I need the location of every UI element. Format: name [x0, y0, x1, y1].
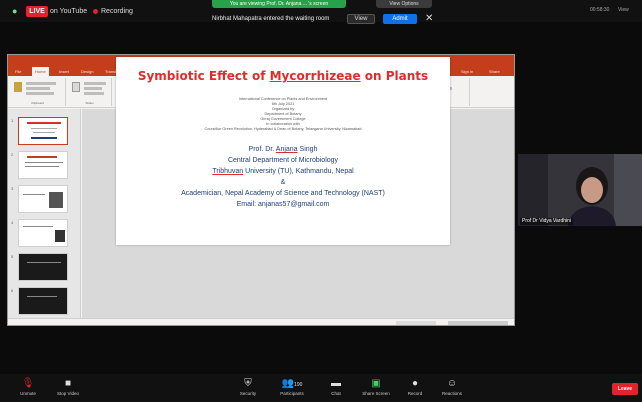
view-options-button[interactable]: View Options — [376, 0, 432, 8]
slide-title-part: Mycorrhizeae — [269, 69, 361, 83]
slide-number: 2 — [11, 152, 14, 157]
shield-icon: ⛨ — [244, 378, 252, 389]
councils-line: Councillor Green Revolution, Hyderabad &… — [204, 127, 362, 131]
recording-dot-icon — [93, 8, 98, 14]
slide-number: 6 — [11, 288, 14, 293]
tab-home[interactable]: Home — [32, 67, 49, 76]
participants-count: 190 — [294, 382, 303, 388]
security-button[interactable]: ⛨ Security — [226, 378, 270, 398]
live-badge[interactable]: LIVE — [26, 6, 48, 17]
ribbon-group-label: Slides — [85, 101, 94, 105]
ampersand: & — [280, 179, 286, 186]
stop-video-label: Stop Video — [57, 391, 79, 396]
admit-button[interactable]: Admit — [383, 14, 417, 24]
slide-number: 4 — [11, 220, 14, 225]
slide-number: 3 — [11, 186, 14, 191]
share-screen-icon: ▣ — [371, 378, 381, 389]
participant-video[interactable] — [518, 154, 642, 226]
speaker-university: Tribhuvan University (TU), Kathmandu, Ne… — [116, 167, 450, 177]
participants-icon: 👥190 — [281, 378, 303, 389]
screen-sharing-banner: You are viewing Prof. Dr. Anjana ... 's … — [212, 0, 346, 8]
slide-number: 5 — [11, 254, 14, 259]
new-slide-icon[interactable] — [72, 82, 80, 92]
tab-file[interactable]: File — [12, 67, 24, 76]
slide-thumbnail[interactable]: 6 — [11, 287, 68, 315]
chat-label: Chat — [331, 391, 341, 396]
slide-thumbnail[interactable]: 3 — [11, 185, 68, 213]
participant-avatar-image — [518, 154, 642, 226]
tab-design[interactable]: Design — [78, 67, 96, 76]
live-platform-label[interactable]: on YouTube — [50, 6, 87, 17]
security-label: Security — [239, 391, 257, 396]
sign-in-link[interactable]: Sign in — [458, 67, 476, 76]
waiting-room-message: Nirbhat Mahapatra entered the waiting ro… — [212, 16, 330, 22]
email-line: Email: anjanas57@gmail.com — [236, 201, 330, 208]
chat-button[interactable]: ▬ Chat — [314, 378, 358, 398]
slide-thumbnail[interactable]: 1 — [11, 117, 68, 145]
close-icon[interactable]: ✕ — [425, 13, 433, 25]
tab-insert[interactable]: Insert — [56, 67, 72, 76]
slide-thumbnail[interactable]: 2 — [11, 151, 68, 179]
view-menu-button[interactable]: View — [618, 7, 629, 13]
reactions-icon: ☺ — [446, 378, 458, 389]
slide-thumbnail[interactable]: 4 — [11, 219, 68, 247]
participants-button[interactable]: 👥190 Participants — [270, 378, 314, 398]
share-button[interactable]: Share — [486, 67, 503, 76]
speaker-name-part: Prof. Dr. — [248, 146, 276, 153]
microphone-muted-icon: 🎙 — [21, 378, 35, 389]
current-slide[interactable]: Symbiotic Effect of Mycorrhizeae on Plan… — [116, 57, 450, 245]
slide-thumbnails-pane[interactable]: 1 2 3 4 5 6 — [8, 109, 81, 319]
unmute-label: Unmute — [20, 391, 36, 396]
chat-bubble-icon: ▬ — [331, 378, 341, 389]
slide-title-part: Symbiotic Effect of — [137, 69, 270, 83]
reactions-label: Reactions — [441, 391, 462, 396]
slide-number: 1 — [11, 118, 14, 123]
speaker-name: Prof. Dr. Anjana Singh — [116, 145, 450, 155]
slide-title: Symbiotic Effect of Mycorrhizeae on Plan… — [116, 69, 450, 83]
meeting-timer: 00:58:30 — [590, 7, 610, 13]
audio-status-icon: ● — [12, 6, 18, 16]
clipboard-group[interactable]: Clipboard — [10, 78, 66, 106]
speaker-name-part: Singh — [297, 146, 318, 153]
leave-button[interactable]: Leave — [612, 383, 638, 395]
speaker-department: Central Department of Microbiology — [227, 157, 339, 164]
slide-thumbnail[interactable]: 5 — [11, 253, 68, 281]
slide-title-part: on Plants — [360, 69, 429, 83]
view-waiting-room-button[interactable]: View — [347, 14, 375, 24]
recording-label: Recording — [101, 8, 133, 15]
participant-name-label: Prof Dr Vidya Vardhini — [520, 218, 574, 225]
status-bar — [8, 318, 514, 325]
share-screen-button[interactable]: ▣ Share Screen — [354, 378, 398, 398]
stop-video-button[interactable]: ■ Stop Video — [46, 378, 90, 398]
university-part: Tribhuvan — [212, 168, 244, 175]
share-screen-label: Share Screen — [362, 391, 390, 396]
recording-indicator[interactable]: Recording — [93, 6, 133, 17]
slides-group[interactable]: Slides — [68, 78, 112, 106]
reactions-button[interactable]: ☺ Reactions — [430, 378, 474, 398]
unmute-button[interactable]: 🎙 Unmute — [6, 378, 50, 398]
university-part: University (TU), Kathmandu, Nepal — [243, 168, 354, 175]
video-camera-icon: ■ — [64, 378, 72, 389]
ribbon-group-label: Clipboard — [31, 101, 44, 105]
academy-line: Academician, Nepal Academy of Science an… — [181, 190, 385, 197]
paste-icon[interactable] — [14, 82, 22, 92]
participants-label: Participants — [280, 391, 304, 396]
speaker-name-part: Anjana — [275, 146, 298, 153]
